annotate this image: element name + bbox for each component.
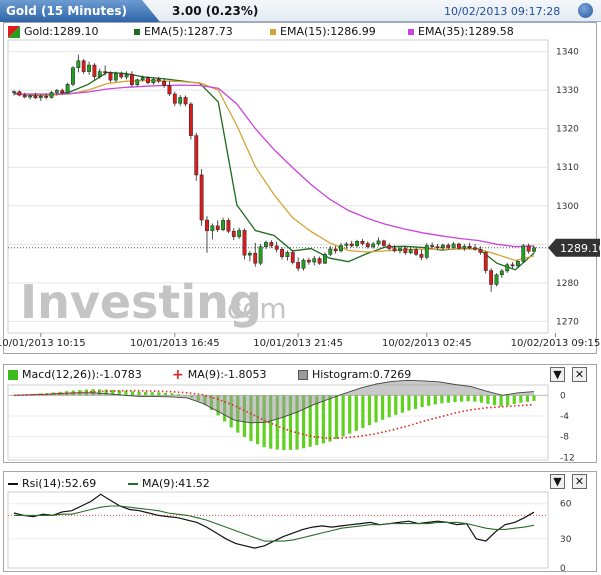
rsi-y-tick-label: 0 (560, 564, 566, 574)
rsi-y-tick-label: 60 (560, 500, 572, 510)
rsi-chart-svg[interactable]: 60 30 0 (0, 0, 601, 575)
rsi-y-tick-label: 30 (560, 535, 572, 545)
